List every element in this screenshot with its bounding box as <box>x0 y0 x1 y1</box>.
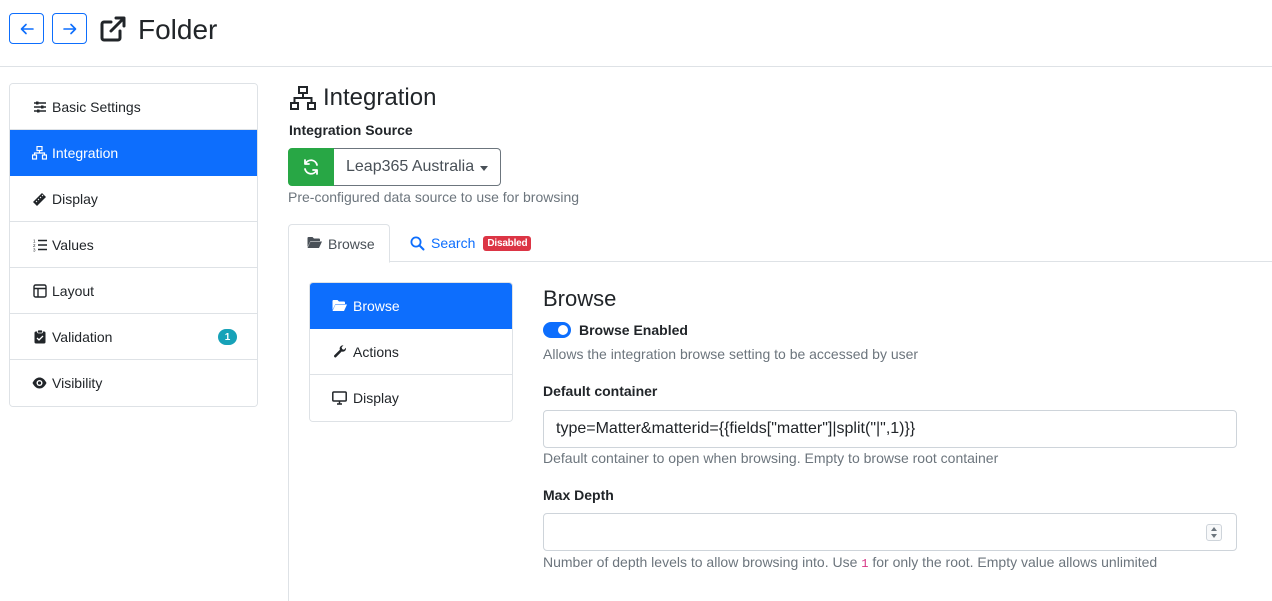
page-title: Folder <box>138 14 218 45</box>
tab-label: Search <box>431 235 476 251</box>
integration-source-help: Pre-configured data source to use for br… <box>288 189 580 205</box>
sidebar-item-label: Integration <box>52 144 119 161</box>
arrow-left-icon <box>20 23 34 34</box>
sidebar-item-visibility[interactable]: Visibility <box>10 360 257 406</box>
validation-count-badge: 1 <box>218 329 237 345</box>
subnav-item-browse[interactable]: Browse <box>310 283 512 329</box>
subnav-label: Display <box>353 390 399 406</box>
caret-down-icon <box>480 166 488 171</box>
subnav-label: Browse <box>353 297 400 314</box>
forward-button[interactable] <box>52 13 87 44</box>
sidebar-item-label: Validation <box>52 328 113 345</box>
browse-title: Browse <box>543 286 617 311</box>
sidebar-item-layout[interactable]: Layout <box>10 268 257 314</box>
svg-text:3: 3 <box>33 247 36 252</box>
tab-search[interactable]: Search Disabled <box>410 224 532 262</box>
monitor-icon <box>332 391 347 406</box>
tab-browse[interactable]: Browse <box>288 224 390 263</box>
disabled-badge: Disabled <box>483 235 532 251</box>
ruler-icon <box>32 191 47 206</box>
arrow-right-icon <box>62 23 76 34</box>
folder-open-icon <box>307 236 322 251</box>
spinner-up-icon[interactable] <box>1211 526 1217 531</box>
refresh-icon <box>304 159 318 175</box>
subnav-item-actions[interactable]: Actions <box>310 329 512 375</box>
clipboard-check-icon <box>32 329 47 344</box>
max-depth-help-pre: Number of depth levels to allow browsing… <box>543 554 862 570</box>
folder-open-icon <box>332 298 347 313</box>
wrench-icon <box>332 344 347 359</box>
subnav-label: Actions <box>353 343 399 360</box>
default-container-value: type=Matter&matterid={{fields["matter"]|… <box>556 420 916 437</box>
sidebar-item-label: Display <box>52 190 98 207</box>
sidebar-item-integration[interactable]: Integration <box>10 130 257 176</box>
max-depth-input[interactable] <box>543 513 1237 551</box>
tab-label: Browse <box>328 235 375 252</box>
external-link-icon <box>100 16 126 42</box>
default-container-help: Default container to open when browsing.… <box>543 450 999 466</box>
tab-panel-border <box>288 262 289 601</box>
search-icon <box>410 236 425 251</box>
settings-sidebar: Basic Settings Integration Display 123 V… <box>9 83 258 407</box>
section-title-text: Integration <box>323 84 437 111</box>
browse-enabled-label: Browse Enabled <box>579 322 688 338</box>
browse-subnav: Browse Actions Display <box>309 282 513 422</box>
toggle-knob <box>558 325 568 335</box>
sliders-icon <box>32 99 47 114</box>
list-ordered-icon: 123 <box>32 237 47 252</box>
spinner-down-icon[interactable] <box>1211 534 1217 539</box>
browse-enabled-help: Allows the integration browse setting to… <box>543 346 919 362</box>
layout-icon <box>32 283 47 298</box>
eye-icon <box>32 376 47 391</box>
sidebar-item-basic-settings[interactable]: Basic Settings <box>10 84 257 130</box>
sidebar-item-values[interactable]: 123 Values <box>10 222 257 268</box>
sidebar-item-label: Layout <box>52 282 95 299</box>
refresh-button[interactable] <box>288 148 334 186</box>
max-depth-label: Max Depth <box>543 487 614 503</box>
integration-source-group: Leap365 Australia <box>288 148 501 186</box>
sidebar-item-label: Visibility <box>52 375 103 391</box>
section-title: Integration <box>289 84 436 112</box>
integration-source-label: Integration Source <box>289 122 413 138</box>
integration-tabs: Browse Search Disabled <box>288 224 1272 263</box>
max-depth-help-post: for only the root. Empty value allows un… <box>868 554 1158 570</box>
header: Folder <box>0 0 1272 67</box>
sidebar-item-display[interactable]: Display <box>10 176 257 222</box>
default-container-label: Default container <box>543 383 658 399</box>
integration-source-dropdown[interactable]: Leap365 Australia <box>334 148 501 186</box>
integration-source-value: Leap365 Australia <box>346 158 475 175</box>
sidebar-item-validation[interactable]: Validation 1 <box>10 314 257 360</box>
default-container-input[interactable]: type=Matter&matterid={{fields["matter"]|… <box>543 410 1237 448</box>
number-spinner[interactable] <box>1206 524 1222 541</box>
sidebar-item-label: Values <box>52 236 94 253</box>
network-icon <box>290 86 316 110</box>
subnav-item-display[interactable]: Display <box>310 375 512 421</box>
back-button[interactable] <box>9 13 44 44</box>
sidebar-item-label: Basic Settings <box>52 98 141 115</box>
max-depth-help: Number of depth levels to allow browsing… <box>543 554 1157 571</box>
network-icon <box>32 145 47 160</box>
browse-enabled-toggle[interactable] <box>543 322 571 338</box>
